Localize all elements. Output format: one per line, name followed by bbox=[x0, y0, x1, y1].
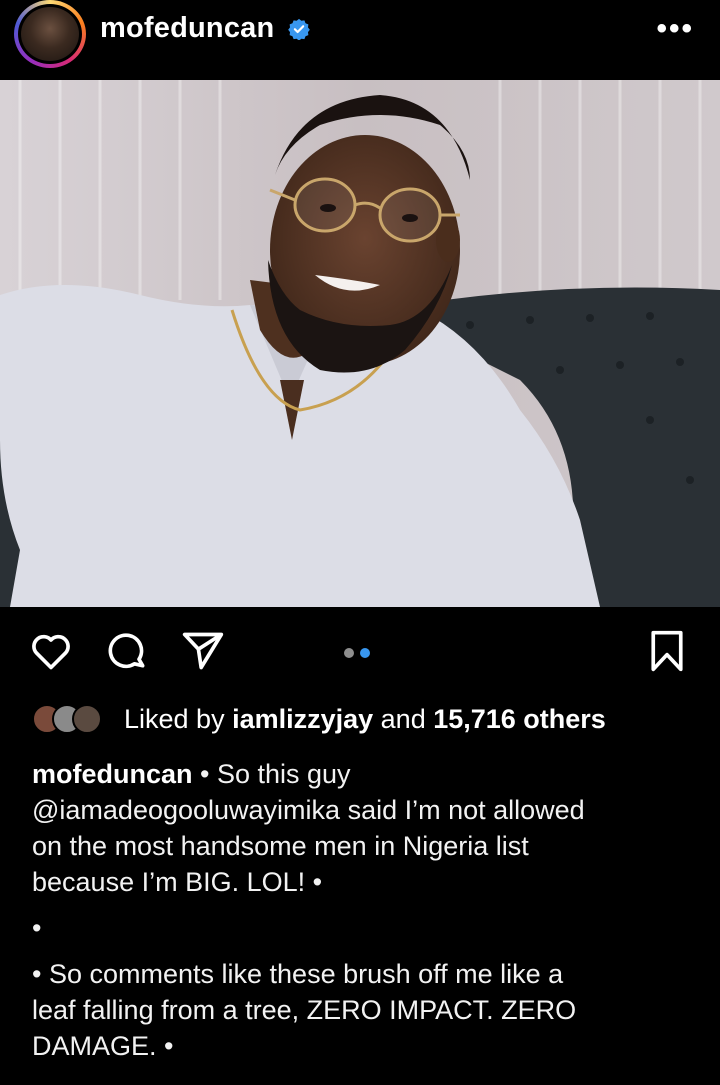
likes-summary[interactable]: Liked by iamlizzyjay and 15,716 others bbox=[32, 702, 702, 742]
carousel-dot-2-active bbox=[360, 648, 370, 658]
avatar[interactable] bbox=[18, 4, 82, 64]
caption-line: • bbox=[32, 913, 42, 943]
liker-username[interactable]: iamlizzyjay bbox=[232, 704, 373, 734]
bookmark-save-icon[interactable] bbox=[648, 629, 686, 673]
story-ring[interactable] bbox=[14, 0, 86, 68]
share-send-icon[interactable] bbox=[180, 629, 226, 673]
carousel-indicator bbox=[344, 645, 376, 663]
comment-icon[interactable] bbox=[106, 629, 150, 673]
likes-count[interactable]: 15,716 others bbox=[433, 704, 606, 734]
liker-avatar-3 bbox=[72, 704, 102, 734]
caption-line: • bbox=[32, 1074, 692, 1085]
action-bar bbox=[0, 607, 720, 697]
post-header: mofeduncan ••• bbox=[0, 0, 720, 80]
caption-line: @iamadeogooluwayimika said I’m not allow… bbox=[32, 795, 585, 825]
carousel-dot-1 bbox=[344, 648, 354, 658]
likes-and: and bbox=[373, 704, 434, 734]
likes-prefix: Liked by bbox=[124, 704, 233, 734]
like-heart-icon[interactable] bbox=[28, 629, 74, 673]
caption-line: • So this guy bbox=[192, 759, 351, 789]
post-caption: mofeduncan • So this guy @iamadeogooluwa… bbox=[32, 756, 692, 1085]
caption-line: • So comments like these brush off me li… bbox=[32, 959, 564, 989]
post-image[interactable] bbox=[0, 80, 720, 607]
caption-line: DAMAGE. • bbox=[32, 1031, 174, 1061]
caption-line: on the most handsome men in Nigeria list bbox=[32, 831, 529, 861]
caption-line: leaf falling from a tree, ZERO IMPACT. Z… bbox=[32, 995, 577, 1025]
verified-badge-icon bbox=[288, 18, 310, 40]
more-options-icon[interactable]: ••• bbox=[656, 12, 694, 46]
post-photo-illustration bbox=[0, 80, 720, 607]
caption-line: because I’m BIG. LOL! • bbox=[32, 867, 323, 897]
caption-username[interactable]: mofeduncan bbox=[32, 759, 193, 789]
username[interactable]: mofeduncan bbox=[100, 12, 274, 45]
likes-text[interactable]: Liked by iamlizzyjay and 15,716 others bbox=[124, 704, 606, 735]
